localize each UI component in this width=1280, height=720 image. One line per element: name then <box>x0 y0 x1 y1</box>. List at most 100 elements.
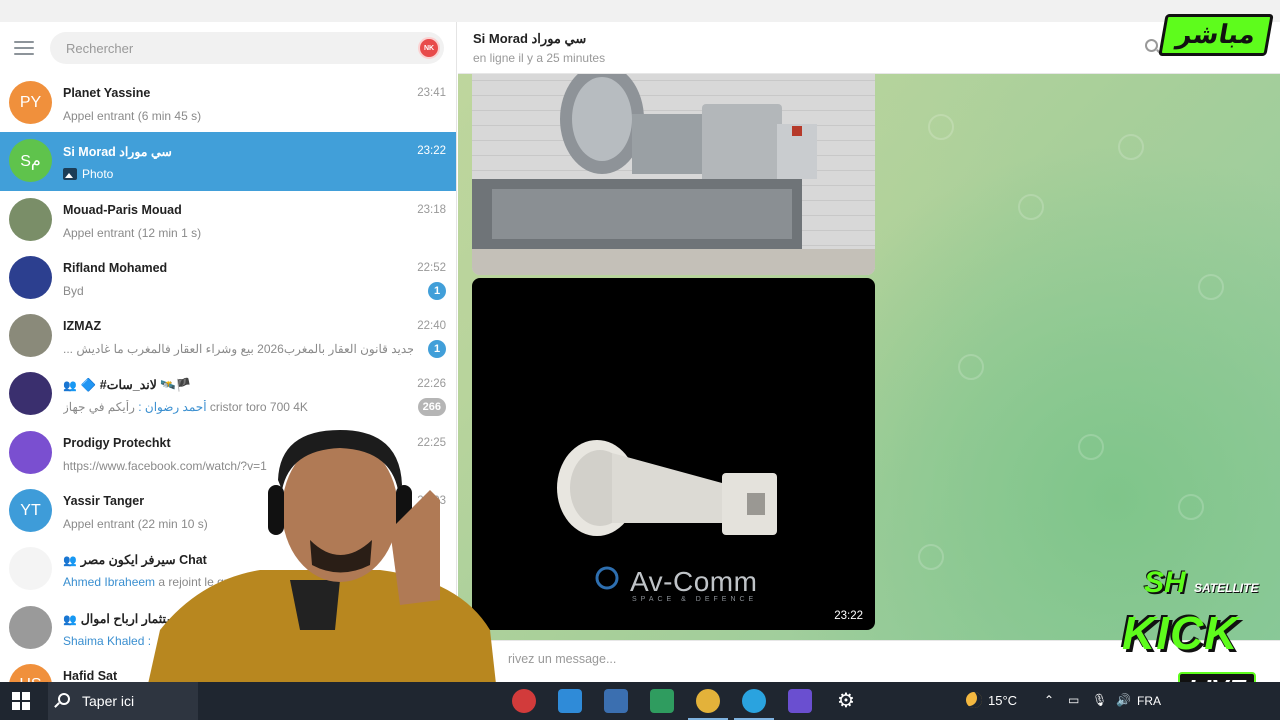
chat-item[interactable]: IZMAZ 22:40 ... جديد قانون العقار بالمغرب2… <box>0 307 456 365</box>
photo-message-antenna[interactable] <box>472 74 875 275</box>
chat-time: 23:41 <box>417 87 446 99</box>
chat-name: Planet Yassine <box>63 86 150 100</box>
chat-preview: Appel entrant (12 min 1 s) <box>63 226 201 240</box>
search-input[interactable] <box>66 40 418 56</box>
chat-name-text: Si Morad سي موراد <box>63 145 172 160</box>
chat-preview: ... جديد قانون العقار بالمغرب2026 بيع وش… <box>63 342 413 356</box>
telegram-app-icon[interactable] <box>734 689 774 720</box>
chat-item[interactable]: Sم Si Morad سي موراد 23:22 Photo <box>0 132 456 191</box>
desktop-app-icon[interactable] <box>558 689 582 713</box>
message-input[interactable] <box>508 652 1108 666</box>
chat-item[interactable]: HS Hafid Sat <box>0 657 456 682</box>
chat-preview: Appel entrant (22 min 10 s) <box>63 517 208 531</box>
chat-preview-text: Appel entrant (22 min 10 s) <box>63 517 208 532</box>
avatar <box>9 547 52 591</box>
chat-sender: Ahmed Ibraheem <box>63 575 159 590</box>
chat-status: en ligne il y a 25 minutes <box>473 51 606 65</box>
chat-header[interactable]: Si Morad سي موراد en ligne il y a 25 min… <box>458 22 1280 74</box>
chat-time: 22:25 <box>417 436 446 449</box>
chat-name: 👥 🔷 #لاند_سات 🛰️🏴 <box>63 377 191 393</box>
live-badge-overlay: مباشر <box>1158 14 1274 56</box>
chat-item[interactable]: PY Planet Yassine 23:41 Appel entrant (6 mi… <box>0 74 456 132</box>
avatar <box>9 430 52 474</box>
antenna-photo <box>472 74 875 275</box>
chat-preview-text: Appel entrant (6 min 45 s) <box>63 109 202 123</box>
weather-widget[interactable]: 15°C <box>966 692 1017 708</box>
menu-icon[interactable] <box>14 41 34 55</box>
chat-sender: أحمد رضوان : <box>134 400 207 415</box>
profile-avatar[interactable]: NK <box>418 37 440 59</box>
chat-name: 👥 تداول استثمار ارباح اموال <box>63 611 212 626</box>
chat-time: 23:18 <box>417 203 446 216</box>
microphone-icon[interactable]: 🎙 <box>1092 694 1107 706</box>
satellite-app-icon[interactable] <box>788 689 812 713</box>
chat-name-text: Hafid Sat <box>63 668 118 682</box>
unread-badge: 1 <box>428 281 446 300</box>
avatar: YT <box>9 489 52 533</box>
chat-preview-text: a rejoint le gr <box>158 575 228 590</box>
windows-start-icon[interactable] <box>12 692 30 710</box>
windows-taskbar: ⚙ 15°C ⌃ ▭ 🎙 🔊 FRA <box>0 682 1280 720</box>
taskbar-search-icon <box>58 693 70 705</box>
chat-name: Prodigy Protechkt <box>63 436 171 450</box>
chat-preview-text: Byd <box>63 283 84 298</box>
chat-item[interactable]: Prodigy Protechkt 22:25 https://www.facebo… <box>0 424 456 482</box>
chat-preview: Ahmed Ibraheem a rejoint le gr <box>63 575 228 589</box>
chat-name: Hafid Sat <box>63 669 117 682</box>
moon-icon <box>966 692 982 708</box>
chat-name: Rifland Mohamed <box>63 261 167 275</box>
chat-name: 👥 سيرفر ايكون مصر Chat <box>63 552 207 567</box>
chat-preview-text: Appel entrant (12 min 1 s) <box>63 225 202 240</box>
chrome-app-icon[interactable] <box>688 689 728 720</box>
chat-item[interactable]: YT Yassir Tanger 22:03 Appel entrant (22 mi… <box>0 482 456 540</box>
chat-time: 22:52 <box>417 261 446 274</box>
chat-time: 22:03 <box>417 495 446 508</box>
network-icon[interactable]: ▭ <box>1068 694 1082 706</box>
chevron-up-icon[interactable]: ⌃ <box>1044 694 1058 706</box>
weather-temperature: 15°C <box>988 692 1018 708</box>
calculator-app-icon[interactable] <box>604 689 628 713</box>
chat-sidebar: NK PY Planet Yassine 23:41 Appel entrant (6… <box>0 22 457 682</box>
group-icon: 👥 <box>63 380 77 393</box>
search-box: NK <box>50 32 444 64</box>
avatar <box>9 197 52 241</box>
photo-message-feedhorn[interactable]: Av-Comm SPACE & DEFENCE 23:22 <box>472 278 875 630</box>
browser-app-icon[interactable] <box>512 689 536 713</box>
chat-name: Mouad-Paris Mouad <box>63 203 182 217</box>
chat-preview-text: https://www.facebook.com/watch/?v=1 <box>63 458 267 473</box>
chat-item[interactable]: 👥 تداول استثمار ارباح اموال Shaima Khaled … <box>0 599 456 657</box>
brand-subtitle: SPACE & DEFENCE <box>632 596 758 603</box>
settings-gear-icon[interactable]: ⚙ <box>834 689 858 713</box>
avatar <box>9 255 52 299</box>
chat-item[interactable]: Mouad-Paris Mouad 23:18 Appel entrant (12 … <box>0 191 456 249</box>
chat-time: 22:26 <box>417 378 446 391</box>
system-tray: ⌃ ▭ 🎙 🔊 <box>1044 694 1131 706</box>
avatar <box>9 314 52 358</box>
chat-preview: Byd <box>63 284 84 298</box>
chat-preview: Shaima Khaled : <box>63 634 151 648</box>
chat-name-text: Yassir Tanger <box>63 494 145 509</box>
chat-item[interactable]: 👥 سيرفر ايكون مصر Chat Ahmed Ibraheem a re… <box>0 540 456 598</box>
chat-name-text: Mouad-Paris Mouad <box>63 202 182 217</box>
group-icon: 👥 <box>63 555 77 568</box>
volume-icon[interactable]: 🔊 <box>1116 694 1131 706</box>
chat-item[interactable]: Rifland Mohamed 22:52 Byd 1 <box>0 249 456 307</box>
avatar: Sم <box>9 139 52 183</box>
avatar: PY <box>9 81 52 124</box>
taskbar-search-input[interactable] <box>82 693 192 709</box>
chat-time: 23:22 <box>417 145 446 158</box>
excel-app-icon[interactable] <box>650 689 674 713</box>
sidebar-header: NK <box>0 22 456 74</box>
chat-preview: https://www.facebook.com/watch/?v=1 <box>63 459 267 473</box>
chat-item[interactable]: 👥 🔷 #لاند_سات 🛰️🏴 22:26 أحمد رضوان : رأيكم … <box>0 365 456 423</box>
taskbar-search[interactable] <box>48 682 198 720</box>
chat-preview-text: Photo <box>82 167 114 182</box>
chat-name-text: سيرفر ايكون مصر Chat <box>80 553 207 568</box>
search-icon[interactable] <box>1145 39 1158 52</box>
chat-preview: Appel entrant (6 min 45 s) <box>63 109 201 123</box>
chat-name-text: 🔷 #لاند_سات 🛰️🏴 <box>80 378 192 393</box>
chat-name-text: Rifland Mohamed <box>63 260 168 275</box>
language-indicator[interactable]: FRA <box>1137 694 1161 708</box>
avatar: HS <box>9 663 52 682</box>
chat-name-text: تداول استثمار ارباح اموال <box>80 611 213 626</box>
